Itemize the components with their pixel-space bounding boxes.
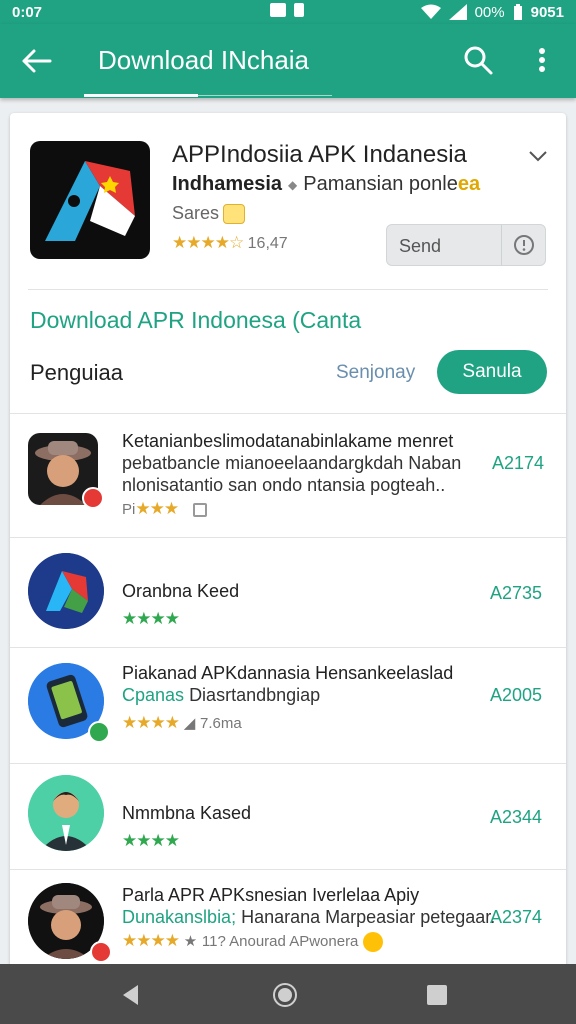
app-rating: ★★★★☆ 16,47 [172,233,288,253]
app-subtitle: Indhamesia ◆ Pamansian ponleea [172,173,480,196]
divider [28,289,548,290]
list-item-line: Hanarana Marpeasiar petegaar. [241,907,496,927]
tab-indicator-track [198,95,332,96]
list-item-tag: Dunakanslbia; [122,907,237,927]
app-detail-card: APPIndosiia APK Indanesia Indhamesia ◆ Pam… [10,113,566,973]
rating-count: 16,47 [247,235,288,252]
list-item-meta: 7.6ma [199,715,242,732]
divider [10,763,566,764]
app-category: Pamansian ponle [303,173,458,195]
list-item-rating: ★★★★ ◢ 7.6ma [122,713,242,733]
list-item[interactable]: Nmmbna Kased ★★★★ A2344 [10,773,566,869]
download-icon: ◢ [183,715,196,732]
divider [10,647,566,648]
star-rating-icon: ★★★ [135,499,179,518]
divider [10,869,566,870]
list-item-line: nlonisatantio san ondo ntansia pogteah.. [122,475,446,495]
send-button-label: Send [399,236,442,256]
app-tag-icon [192,502,207,517]
check-badge-icon [88,721,110,743]
primary-action-button[interactable]: Sanula [437,350,547,394]
nav-back-icon[interactable] [118,982,144,1008]
info-icon[interactable] [513,234,535,256]
signal-icon [448,4,467,20]
wifi-icon [420,4,441,19]
nav-home-icon[interactable] [272,982,298,1008]
app-bar: Download INchaia [0,24,576,98]
chevron-down-icon[interactable] [528,149,548,163]
list-item-rating: ★★★★ ★ 11? Anourad APwonera [122,931,384,952]
divider [10,413,566,414]
list-item-title: Piakanad APKdannasia Hensankeelaslad [122,663,454,683]
tab-indicator [84,94,198,97]
battery-icon [513,4,522,20]
notification-icon [270,3,286,17]
list-item-rating: Pi★★★ [122,499,207,519]
status-notifications [270,3,304,17]
arrow-left-icon[interactable] [20,46,56,76]
list-item-price: A2344 [490,807,543,827]
list-item-meta: 11? Anourad APwonera [201,933,359,950]
app-logo-icon [28,553,104,629]
download-link[interactable]: Download APR Indonesa (Canta [30,307,361,334]
app-label: Sares [172,203,246,225]
list-item[interactable]: Parla APR APKsnesian Iverlelaa Apiy Duna… [10,877,566,973]
list-item-rating: ★★★★ [122,609,180,629]
nav-recents-icon[interactable] [424,982,450,1008]
list-item-price: A2735 [490,583,543,603]
more-vert-icon[interactable] [530,44,554,76]
status-bar: 0:07 00% 9051 [0,0,576,24]
list-item-title: Nmmbna Kased [122,803,252,823]
app-developer[interactable]: Indhamesia [172,173,282,195]
list-item-tag: Cpanas [122,685,185,705]
section-label: Penguiaa [30,360,123,385]
status-right: 00% 9051 [420,3,564,21]
list-item-meta: Pi [122,501,136,518]
system-nav-bar [0,964,576,1024]
emoji-badge-icon [223,204,246,225]
star-rating-icon: ★★★★ [122,609,180,628]
list-item-subtitle: Cpanas Diasrtandbngiap [122,685,320,706]
list-item-subtitle: Dunakanslbia; Hanarana Marpeasiar petega… [122,907,495,928]
divider [10,537,566,538]
send-button[interactable]: Send [386,224,546,266]
bullet-icon: ◆ [288,177,298,192]
list-item-title: Ketanianbeslimodatanabinlakame menret [122,431,454,451]
download-icon: ★ [183,933,198,950]
list-item[interactable]: Oranbna Keed ★★★★ A2735 [10,549,566,645]
app-bar-title: Download INchaia [98,45,310,75]
status-time: 0:07 [12,3,43,21]
shield-icon [294,3,304,17]
app-label-text: Sares [172,203,220,223]
badge-icon [90,941,112,963]
list-item[interactable]: Ketanianbeslimodatanabinlakame menret pe… [10,431,566,537]
list-item[interactable]: Piakanad APKdannasia Hensankeelaslad Cpa… [10,659,566,765]
app-category-suffix: ea [457,173,481,195]
badge-icon [82,487,104,509]
list-item-price: A2174 [492,453,545,473]
avatar-businessman-icon [28,775,104,851]
list-item-title: Oranbna Keed [122,581,240,601]
star-rating-icon: ★★★★☆ [172,233,244,252]
secondary-link[interactable]: Senjonay [336,362,415,384]
battery-text: 00% [474,3,505,21]
app-logo-icon [30,141,150,259]
list-item-rating: ★★★★ [122,831,180,851]
star-rating-icon: ★★★★ [122,713,180,732]
list-item-title: Parla APR APKsnesian Iverlelaa Apiy [122,885,420,905]
emoji-icon [363,931,384,952]
star-rating-icon: ★★★★ [122,931,180,950]
list-item-price: A2374 [490,907,543,927]
app-title: APPIndosiia APK Indanesia [172,141,467,168]
list-item-line: Diasrtandbngiap [189,685,321,705]
list-item-price: A2005 [490,685,543,705]
star-rating-icon: ★★★★ [122,831,180,850]
search-icon[interactable] [462,44,494,76]
status-right-text: 9051 [530,3,564,21]
send-button-divider [501,225,502,265]
list-item-line: pebatbancle mianoeelaandargkdah Naban [122,453,462,473]
